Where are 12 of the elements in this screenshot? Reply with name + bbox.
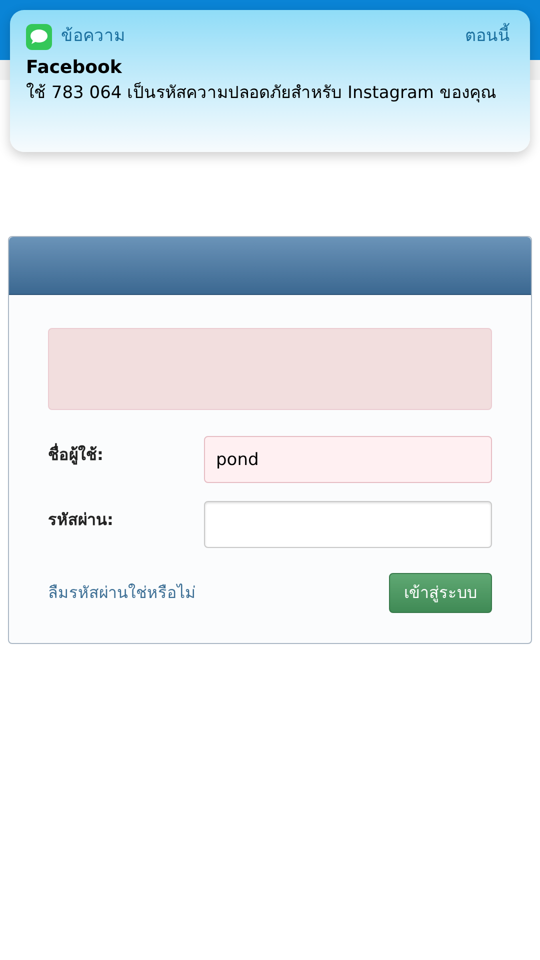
forgot-password-link[interactable]: ลืมรหัสผ่านใช่หรือไม่ xyxy=(48,581,196,605)
sender-name: Facebook xyxy=(26,56,123,80)
field-label: ชื่อผู้ใช้: xyxy=(48,442,104,466)
notification-time: ตอนนี้ xyxy=(465,24,510,50)
text-field[interactable] xyxy=(204,501,492,548)
app-name: ข้อความ xyxy=(61,25,125,48)
login-button[interactable]: เข้าสู่ระบบ xyxy=(389,573,492,613)
text-field[interactable]: pond xyxy=(204,436,492,483)
message-bubble-icon xyxy=(26,24,52,50)
notification-message: ใช้ 783 064 เป็นรหัสความปลอดภัยสำหรับ Instagram ของคุณ xyxy=(26,81,498,105)
field-label: รหัสผ่าน: xyxy=(48,508,114,530)
notification-card[interactable]: ข้อความ ตอนนี้ Facebook ใช้ 783 064 เป็นรหัสความปลอดภัยสำหรับ Instagram ของคุณ xyxy=(10,10,530,152)
